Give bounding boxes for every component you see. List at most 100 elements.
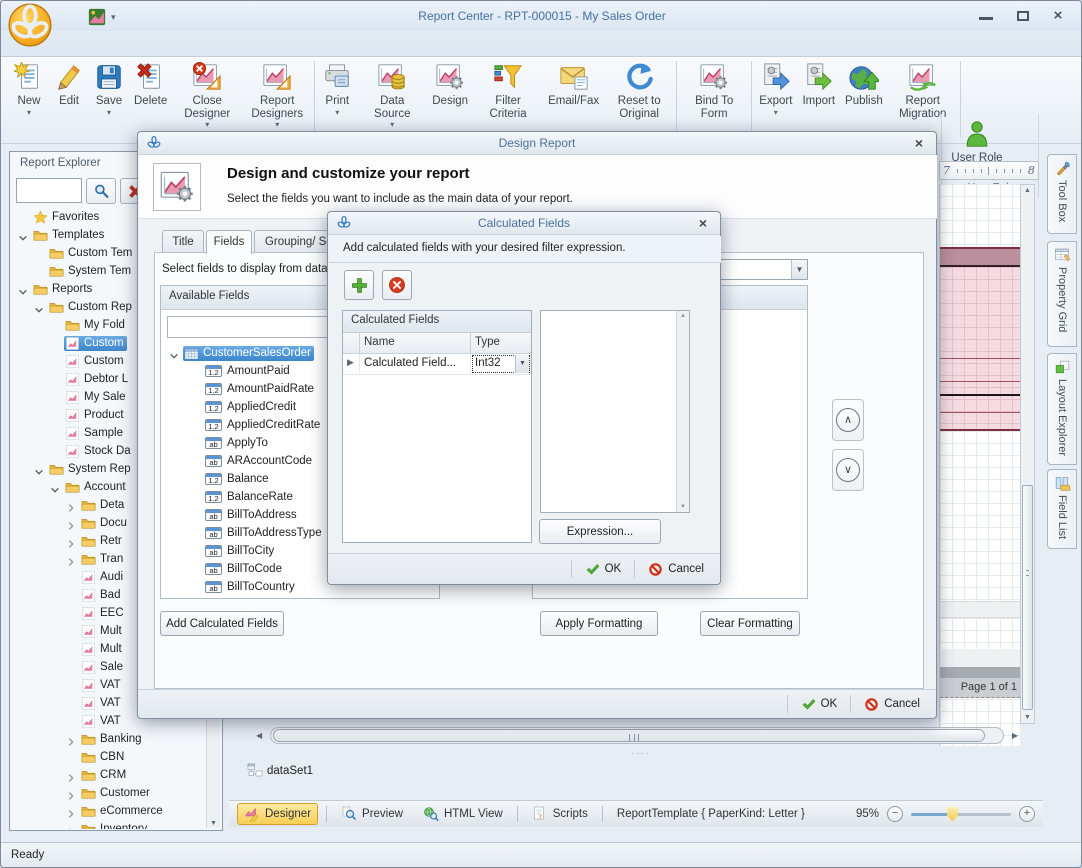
panel-scrollbar[interactable]: ▲▼	[676, 311, 689, 512]
tree-item-banking[interactable]: Banking	[12, 730, 208, 748]
field-item-billtocounty[interactable]: abBillToCounty	[165, 596, 437, 598]
chevron-open-icon[interactable]	[18, 284, 32, 294]
ribbon-button-data-source[interactable]: Data Source▾	[357, 59, 427, 129]
clear-formatting-button[interactable]: Clear Formatting	[700, 611, 800, 636]
chevron-closed-icon[interactable]	[66, 824, 80, 829]
close-button[interactable]: ×	[1049, 7, 1067, 25]
scroll-right-icon[interactable]: ▶	[1012, 731, 1018, 740]
scroll-up-icon[interactable]: ▲	[677, 313, 689, 319]
splitter-dots[interactable]: ····	[601, 748, 681, 758]
chevron-closed-icon[interactable]	[66, 518, 80, 528]
ribbon-button-design[interactable]: Design	[427, 59, 473, 108]
add-calculated-fields-button[interactable]: Add Calculated Fields	[160, 611, 284, 636]
search-button[interactable]	[86, 178, 116, 204]
chevron-down-icon[interactable]: ▼	[791, 260, 807, 279]
zoom-in-button[interactable]: +	[1019, 806, 1035, 822]
ok-button[interactable]: OK	[795, 695, 844, 714]
quick-access-dropdown-icon[interactable]: ▾	[111, 12, 116, 23]
delete-field-button[interactable]	[382, 270, 412, 300]
view-tab-preview[interactable]: Preview	[335, 804, 409, 824]
move-up-button[interactable]: ∧	[832, 399, 864, 441]
dataset-item[interactable]: dataSet1	[247, 763, 313, 779]
ribbon-button-report-designers[interactable]: Report Designers▾	[242, 59, 312, 129]
ribbon-button-print[interactable]: Print▾	[317, 59, 357, 117]
ribbon-button-filter-criteria[interactable]: Filter Criteria	[473, 59, 543, 120]
chevron-closed-icon[interactable]	[66, 554, 80, 564]
ribbon-button-save[interactable]: Save▾	[89, 59, 129, 117]
zoom-slider-thumb[interactable]	[947, 807, 958, 822]
zoom-slider[interactable]	[911, 813, 1011, 816]
tab-title[interactable]: Title	[162, 230, 204, 253]
tree-item-crm[interactable]: CRM	[12, 766, 208, 784]
chevron-closed-icon[interactable]	[66, 500, 80, 510]
grid-row[interactable]: ▶ Calculated Field... Int32▼	[343, 354, 531, 375]
tree-item-cbn[interactable]: CBN	[12, 748, 208, 766]
add-field-button[interactable]	[344, 270, 374, 300]
row-type-combobox[interactable]: Int32▼	[471, 354, 531, 374]
band-detail[interactable]	[940, 267, 1020, 431]
quick-access-icon[interactable]	[87, 7, 107, 27]
scroll-down-icon[interactable]: ▼	[1021, 714, 1034, 721]
scroll-up-icon[interactable]: ▲	[1021, 187, 1034, 194]
horizontal-scrollbar[interactable]: ◀ ▶	[254, 726, 1020, 746]
expression-button[interactable]: Expression...	[539, 519, 661, 544]
chevron-closed-icon[interactable]	[66, 806, 80, 816]
cancel-button[interactable]: Cancel	[858, 695, 926, 714]
ribbon-button-reset-to-original[interactable]: Reset to Original	[604, 59, 674, 120]
ribbon-button-email-fax[interactable]: Email/Fax	[543, 59, 604, 108]
ribbon-button-close-designer[interactable]: Close Designer▾	[172, 59, 242, 129]
ribbon-button-new[interactable]: New▾	[9, 59, 49, 117]
apply-formatting-button[interactable]: Apply Formatting	[540, 611, 658, 636]
move-down-button[interactable]: ∨	[832, 449, 864, 491]
chevron-open-icon[interactable]	[50, 482, 64, 492]
tab-fields[interactable]: Fields	[206, 230, 252, 254]
ribbon-button-report-migration[interactable]: Report Migration	[888, 59, 958, 120]
chevron-closed-icon[interactable]	[66, 788, 80, 798]
chevron-closed-icon[interactable]	[66, 734, 80, 744]
chevron-open-icon[interactable]	[18, 230, 32, 240]
chevron-down-icon[interactable]: ▼	[515, 355, 529, 373]
minimize-button[interactable]	[979, 17, 993, 20]
column-name[interactable]: Name	[360, 333, 471, 353]
explorer-search-input[interactable]	[16, 178, 82, 203]
row-name-cell[interactable]: Calculated Field...	[360, 354, 471, 374]
horizontal-scroll-thumb[interactable]	[273, 729, 985, 742]
view-tab-designer[interactable]: Designer	[237, 803, 318, 825]
dialog-title-bar[interactable]: Calculated Fields ×	[328, 212, 720, 235]
ribbon-button-bind-to-form[interactable]: Bind To Form	[679, 59, 749, 120]
ok-button[interactable]: OK	[579, 560, 628, 579]
column-type[interactable]: Type	[471, 333, 531, 353]
ribbon-button-publish[interactable]: Publish	[840, 59, 888, 108]
scroll-down-icon[interactable]: ▼	[207, 820, 220, 827]
chevron-open-icon[interactable]	[169, 348, 183, 358]
tree-item-customer[interactable]: Customer	[12, 784, 208, 802]
vertical-scroll-thumb[interactable]	[1022, 485, 1033, 710]
maximize-button[interactable]	[1017, 11, 1029, 21]
close-icon[interactable]: ×	[910, 134, 928, 152]
chevron-closed-icon[interactable]	[66, 770, 80, 780]
chevron-closed-icon[interactable]	[66, 536, 80, 546]
dock-tab-tool-box[interactable]: Tool Box	[1047, 154, 1077, 234]
close-icon[interactable]: ×	[694, 214, 712, 232]
band-header[interactable]	[940, 249, 1020, 265]
scroll-left-icon[interactable]: ◀	[256, 731, 262, 740]
report-design-canvas[interactable]: Page 1 of 1	[939, 184, 1019, 746]
view-tab-html-view[interactable]: HTML View	[417, 804, 509, 824]
zoom-out-button[interactable]: −	[887, 806, 903, 822]
cancel-button[interactable]: Cancel	[642, 560, 710, 579]
chevron-open-icon[interactable]	[34, 464, 48, 474]
tree-item-ecommerce[interactable]: eCommerce	[12, 802, 208, 820]
tree-item-inventory[interactable]: Inventory	[12, 820, 208, 829]
view-tab-scripts[interactable]: ?Scripts	[526, 804, 594, 824]
chevron-open-icon[interactable]	[34, 302, 48, 312]
ribbon-button-import[interactable]: Import	[797, 59, 840, 108]
scroll-down-icon[interactable]: ▼	[677, 504, 689, 510]
vertical-scrollbar[interactable]: ▲ ▼	[1020, 184, 1035, 724]
dialog-title-bar[interactable]: Design Report ×	[138, 132, 936, 155]
dock-tab-layout-explorer[interactable]: Layout Explorer	[1047, 353, 1077, 465]
dock-tab-property-grid[interactable]: Property Grid	[1047, 241, 1077, 347]
ribbon-button-export[interactable]: Export▾	[754, 59, 797, 117]
ribbon-button-delete[interactable]: Delete	[129, 59, 172, 108]
dock-tab-field-list[interactable]: Field List	[1047, 469, 1077, 549]
user-role-button[interactable]: User Role	[942, 116, 1012, 165]
